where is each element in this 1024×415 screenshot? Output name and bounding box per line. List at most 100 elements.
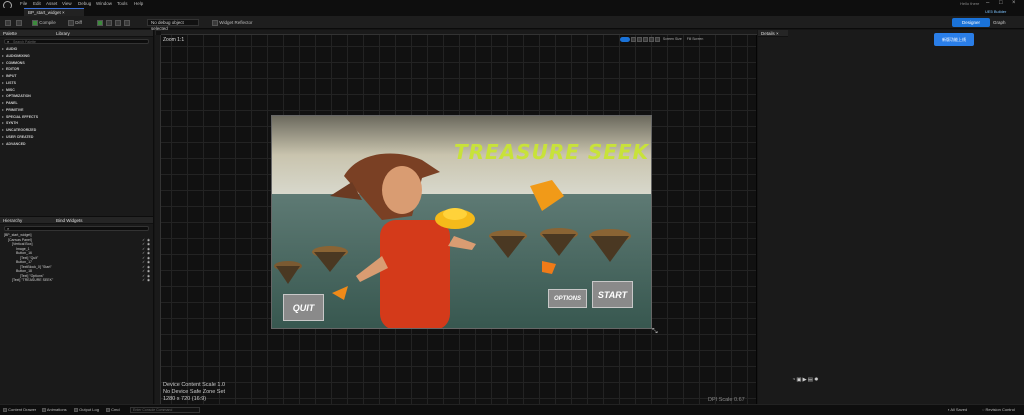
options-button[interactable]: OPTIONS	[548, 289, 587, 308]
menu-edit[interactable]: Edit	[33, 1, 41, 6]
lock-icon[interactable]: ✓	[142, 278, 145, 283]
cmd-dropdown[interactable]: Cmd	[106, 407, 120, 413]
tree-node[interactable]: [Text] "TREASURE SEEK" ✓ ◉	[0, 278, 153, 283]
start-button[interactable]: START	[592, 281, 633, 308]
browse-icon[interactable]	[16, 19, 22, 26]
search-icon: ⌕	[7, 39, 10, 44]
console-command-input[interactable]: Enter Console Command	[130, 407, 200, 413]
palette-category[interactable]: LISTS	[0, 80, 153, 87]
palette-header: Palette Library	[0, 30, 153, 37]
animations-button[interactable]: Animations	[42, 407, 67, 413]
promo-badge[interactable]: 新版功能上线	[934, 33, 974, 46]
eye-icon[interactable]: ◉	[147, 269, 151, 273]
palette-category[interactable]: INPUT	[0, 73, 153, 80]
menu-view[interactable]: View	[62, 1, 72, 6]
widget-preview[interactable]: TREASURE SEEK QUIT OPTIONS START	[271, 115, 652, 329]
eye-icon[interactable]: ◉	[147, 260, 151, 264]
eye-icon[interactable]: ◉	[147, 256, 151, 260]
eye-icon[interactable]: ◉	[147, 238, 151, 242]
revision-control-button[interactable]: ◌ Revision Control	[982, 407, 1015, 413]
library-tab[interactable]: Library	[56, 30, 70, 37]
maximize-icon[interactable]: □	[999, 0, 1003, 6]
palette-category[interactable]: UNCATEGORIZED	[0, 127, 153, 134]
eye-icon[interactable]: ◉	[147, 278, 151, 282]
eject-button[interactable]	[124, 19, 130, 26]
content-drawer-button[interactable]: Content Drawer	[3, 407, 36, 413]
bind-widgets-tab[interactable]: Bind Widgets	[56, 217, 83, 224]
animation-icon	[42, 407, 46, 412]
tab-close-icon[interactable]: ×	[62, 10, 65, 15]
toolbar: Compile Diff No debug object selected Wi…	[0, 16, 1024, 31]
project-name: Hello there	[960, 1, 980, 6]
palette-category[interactable]: AUDIO	[0, 46, 153, 53]
palette-category[interactable]: AUDIOMIXING	[0, 53, 153, 60]
orientation-icon[interactable]	[654, 37, 660, 42]
grid-snap-icon[interactable]	[630, 37, 636, 42]
eye-icon[interactable]: ◉	[147, 242, 151, 246]
close-icon[interactable]: ×	[1012, 0, 1016, 6]
designer-button[interactable]: Designer	[952, 18, 990, 27]
palette-panel: Palette Library ⌕ Search Palette AUDIO A…	[0, 30, 154, 216]
hierarchy-tab[interactable]: Hierarchy	[3, 218, 22, 223]
resize-handle-icon[interactable]: ⤡	[652, 328, 658, 336]
device-info: Device Content Scale 1.0 No Device Safe …	[163, 382, 226, 402]
gear-icon: ✹	[813, 377, 820, 383]
search-icon: ⌕	[7, 226, 10, 231]
widget-reflector-button[interactable]: Widget Reflector	[212, 19, 253, 26]
graph-button[interactable]: Graph	[993, 18, 1021, 27]
palette-tab[interactable]: Palette	[3, 31, 17, 36]
zoom-to-fit-icon[interactable]	[642, 37, 648, 42]
eye-icon[interactable]: ◉	[147, 247, 151, 251]
palette-category[interactable]: SYNTH	[0, 120, 153, 127]
palette-category[interactable]: PANEL	[0, 100, 153, 107]
zoom-level: Zoom 1:1	[163, 37, 185, 43]
respect-locks-icon[interactable]	[636, 37, 642, 42]
menu-asset[interactable]: Asset	[46, 1, 57, 6]
save-icon[interactable]	[5, 19, 11, 26]
eye-icon[interactable]: ◉	[147, 251, 151, 255]
palette-category[interactable]: MISC	[0, 87, 153, 94]
palette-category[interactable]: COMMONS	[0, 60, 153, 67]
details-tab[interactable]: Details ×	[758, 30, 788, 37]
diff-icon	[68, 19, 74, 26]
close-icon[interactable]: ×	[776, 31, 779, 36]
horizontal-ruler	[161, 30, 757, 35]
palette-category[interactable]: OPTIMIZATION	[0, 93, 153, 100]
details-panel: Details ×	[758, 30, 1024, 404]
output-log-button[interactable]: Output Log	[74, 407, 99, 413]
eye-icon[interactable]: ◉	[147, 274, 151, 278]
eye-icon[interactable]: ◉	[147, 265, 151, 269]
flip-icon[interactable]	[648, 37, 654, 42]
hierarchy-search-input[interactable]: ⌕	[4, 226, 149, 231]
menu-debug[interactable]: Debug	[78, 1, 91, 6]
menu-file[interactable]: File	[20, 1, 27, 6]
toggle-switch[interactable]	[620, 37, 630, 42]
vertical-ruler	[155, 35, 161, 404]
diff-button[interactable]: Diff	[68, 19, 82, 26]
all-saved-status[interactable]: ▪ All Saved	[948, 407, 967, 413]
reflector-icon	[212, 19, 218, 26]
drawer-icon	[3, 407, 7, 412]
menu-help[interactable]: Help	[134, 1, 143, 6]
tab-bp-start-widget[interactable]: BP_start_widget ×	[24, 8, 84, 16]
hierarchy-panel: Hierarchy Bind Widgets ⌕ [BP_start_widge…	[0, 216, 154, 404]
palette-category[interactable]: SPECIAL EFFECTS	[0, 114, 153, 121]
stop-button[interactable]	[115, 19, 121, 26]
play-button[interactable]	[97, 19, 103, 26]
palette-category[interactable]: EDITOR	[0, 66, 153, 73]
quit-button[interactable]: QUIT	[283, 294, 324, 321]
tab-bar: BP_start_widget × UE5 Builder	[0, 8, 1024, 16]
compile-button[interactable]: Compile	[32, 19, 56, 26]
game-title: TREASURE SEEK	[454, 140, 650, 164]
debug-object-select[interactable]: No debug object selected	[147, 19, 199, 31]
pause-button[interactable]	[106, 19, 112, 26]
palette-category[interactable]: ADVANCED	[0, 141, 153, 148]
menu-tools[interactable]: Tools	[117, 1, 128, 6]
menu-window[interactable]: Window	[96, 1, 112, 6]
screen-size-dropdown[interactable]: Screen Size	[663, 37, 682, 41]
palette-search-input[interactable]: ⌕ Search Palette	[4, 39, 149, 44]
palette-category[interactable]: USER CREATED	[0, 134, 153, 141]
minimize-icon[interactable]: –	[986, 0, 989, 6]
palette-category[interactable]: PRIMITIVE	[0, 107, 153, 114]
fill-screen-dropdown[interactable]: Fill Screen	[687, 37, 704, 41]
